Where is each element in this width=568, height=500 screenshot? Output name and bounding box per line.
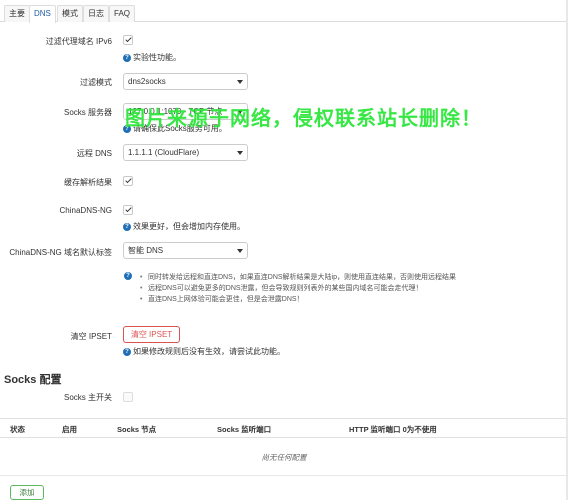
column-enabled: 启用 xyxy=(62,425,77,434)
watermark-text: 图片来源于网络，侵权联系站长删除！ xyxy=(125,108,482,130)
help-text: 如果修改规则后没有生效，请尝试此功能。 xyxy=(133,347,285,356)
chinadns-ng-label: ChinaDNS-NG xyxy=(59,206,112,215)
column-http-port: HTTP 监听端口 0为不使用 xyxy=(349,425,437,434)
column-socks-port: Socks 监听端口 xyxy=(217,425,272,434)
filter-mode-label: 过滤模式 xyxy=(80,78,112,87)
socks-section-title: Socks 配置 xyxy=(4,374,62,386)
remote-dns-select[interactable]: 1.1.1.1 (CloudFlare) xyxy=(123,144,248,161)
chevron-down-icon xyxy=(237,151,243,155)
info-item: 直连DNS上网体验可能会更佳，但是会泄露DNS！ xyxy=(140,294,456,305)
socks-server-label: Socks 服务器 xyxy=(63,108,112,117)
info-item: 同时转发给远程和直连DNS，如果直连DNS解析结果是大陆ip，则使用直连结果，否… xyxy=(140,272,456,283)
clear-ipset-label: 清空 IPSET xyxy=(70,332,112,341)
tab-main[interactable]: 主要 xyxy=(4,5,30,22)
chinadns-ng-help: ? 效果更好，但会增加内存使用。 xyxy=(123,221,245,232)
tab-dns[interactable]: DNS xyxy=(29,5,56,23)
empty-text: 尚无任何配置 xyxy=(261,453,307,462)
filter-ipv6-label: 过滤代理域名 IPv6 xyxy=(45,37,112,46)
question-icon: ? xyxy=(123,222,131,231)
table-empty-row: 尚无任何配置 xyxy=(0,438,568,476)
check-icon xyxy=(125,176,132,184)
check-icon xyxy=(125,35,132,43)
info-item: 远程DNS可以避免更多的DNS泄露，但会导致规则列表外的某些国内域名可能会走代理… xyxy=(140,283,456,294)
chevron-down-icon xyxy=(237,249,243,253)
chinadns-tag-value: 智能 DNS xyxy=(128,246,164,255)
remote-dns-value: 1.1.1.1 (CloudFlare) xyxy=(128,148,200,157)
add-button[interactable]: 添加 xyxy=(10,485,44,500)
chinadns-ng-checkbox[interactable] xyxy=(123,205,133,215)
tab-log[interactable]: 日志 xyxy=(83,5,109,22)
chinadns-tag-select[interactable]: 智能 DNS xyxy=(123,242,248,259)
tab-mode[interactable]: 模式 xyxy=(57,5,83,22)
cache-label: 缓存解析结果 xyxy=(64,178,112,187)
tab-bar: 主要 DNS 模式 日志 FAQ xyxy=(0,0,568,23)
filter-mode-value: dns2socks xyxy=(128,77,166,86)
column-socks-node: Socks 节点 xyxy=(117,425,157,434)
column-status: 状态 xyxy=(10,425,25,434)
clear-ipset-help: ? 如果修改规则后没有生效，请尝试此功能。 xyxy=(123,346,285,357)
tab-faq[interactable]: FAQ xyxy=(109,5,136,22)
check-icon xyxy=(125,205,132,213)
socks-master-switch-checkbox[interactable] xyxy=(123,392,133,402)
socks-table-header: 状态 启用 Socks 节点 Socks 监听端口 HTTP 监听端口 0为不使… xyxy=(0,418,568,438)
info-list: 同时转发给远程和直连DNS，如果直连DNS解析结果是大陆ip，则使用直连结果，否… xyxy=(140,272,456,305)
filter-ipv6-checkbox[interactable] xyxy=(123,35,133,45)
cache-checkbox[interactable] xyxy=(123,176,133,186)
question-icon: ? xyxy=(124,272,132,280)
help-text: 效果更好，但会增加内存使用。 xyxy=(133,222,245,231)
help-text: 实验性功能。 xyxy=(133,53,181,62)
filter-mode-select[interactable]: dns2socks xyxy=(123,73,248,90)
filter-ipv6-help: ? 实验性功能。 xyxy=(123,52,181,63)
remote-dns-label: 远程 DNS xyxy=(76,149,112,158)
chinadns-tag-label: ChinaDNS-NG 域名默认标签 xyxy=(9,248,112,257)
question-icon: ? xyxy=(123,347,131,356)
clear-ipset-button[interactable]: 清空 IPSET xyxy=(123,326,180,343)
chevron-down-icon xyxy=(237,80,243,84)
question-icon: ? xyxy=(123,53,131,62)
socks-master-switch-label: Socks 主开关 xyxy=(63,393,112,402)
